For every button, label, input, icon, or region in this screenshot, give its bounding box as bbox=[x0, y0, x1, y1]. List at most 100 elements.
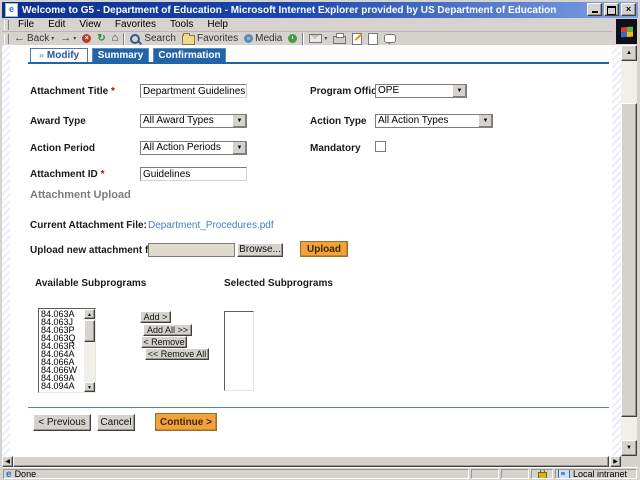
edit-button[interactable] bbox=[349, 32, 365, 45]
selected-subprograms-listbox[interactable] bbox=[224, 311, 254, 391]
mandatory-checkbox[interactable] bbox=[375, 141, 386, 152]
stop-button[interactable]: × bbox=[79, 32, 94, 45]
action-type-label: Action Type bbox=[310, 116, 367, 127]
media-button[interactable]: Media bbox=[241, 32, 285, 45]
attachment-id-input[interactable]: Guidelines bbox=[140, 167, 247, 181]
mandatory-label: Mandatory bbox=[310, 143, 361, 154]
award-type-select[interactable]: All Award Types ▼ bbox=[140, 114, 247, 128]
forward-button[interactable]: → ▾ bbox=[57, 32, 79, 45]
remove-button[interactable]: < Remove bbox=[141, 336, 187, 348]
award-type-label: Award Type bbox=[30, 116, 86, 127]
toolbar-separator bbox=[302, 32, 305, 45]
dropdown-arrow-icon[interactable]: ▼ bbox=[478, 115, 492, 127]
title-bar: e Welcome to G5 - Department of Educatio… bbox=[2, 2, 638, 18]
required-asterisk: * bbox=[100, 169, 105, 180]
action-period-select[interactable]: All Action Periods ▼ bbox=[140, 141, 247, 155]
scroll-right-icon[interactable]: ▶ bbox=[610, 456, 621, 467]
cancel-button[interactable]: Cancel bbox=[97, 414, 135, 431]
available-subprograms-listbox[interactable]: 84.063A 84.063J 84.063P 84.063Q 84.063R 84.06… bbox=[38, 308, 96, 393]
dropdown-arrow-icon[interactable]: ▼ bbox=[452, 85, 466, 97]
program-office-label: Program Office bbox=[310, 86, 383, 97]
scroll-up-icon[interactable]: ▲ bbox=[84, 309, 95, 319]
back-button[interactable]: ← Back ▾ bbox=[11, 32, 57, 45]
scrollbar-thumb[interactable] bbox=[621, 103, 637, 417]
dropdown-arrow-icon[interactable]: ▼ bbox=[232, 142, 246, 154]
menu-file[interactable]: File bbox=[11, 18, 41, 31]
zone-pane: Local intranet bbox=[555, 469, 637, 479]
edit-icon bbox=[352, 32, 363, 45]
add-all-button[interactable]: Add All >> bbox=[143, 324, 192, 336]
stop-icon: × bbox=[82, 34, 92, 43]
tab-modify-icon: » bbox=[38, 50, 44, 60]
file-upload-input[interactable] bbox=[148, 243, 235, 257]
toolbar-grip bbox=[4, 19, 9, 30]
mail-dropdown-icon[interactable]: ▾ bbox=[324, 35, 327, 42]
dropdown-arrow-icon[interactable]: ▼ bbox=[232, 115, 246, 127]
required-asterisk: * bbox=[110, 86, 115, 97]
history-button[interactable] bbox=[285, 32, 300, 45]
upload-button[interactable]: Upload bbox=[300, 241, 348, 257]
toolbar-grip bbox=[4, 33, 9, 44]
menu-edit[interactable]: Edit bbox=[41, 18, 72, 31]
continue-button[interactable]: Continue > bbox=[155, 413, 217, 431]
scrollbar-thumb[interactable] bbox=[13, 456, 609, 467]
ie-document-icon: e bbox=[6, 469, 12, 479]
selected-subprograms-label: Selected Subprograms bbox=[224, 278, 333, 289]
attachment-title-input[interactable]: Department Guidelines bbox=[140, 84, 247, 98]
home-button[interactable]: ⌂ bbox=[109, 32, 122, 45]
previous-button[interactable]: < Previous bbox=[33, 414, 91, 431]
scroll-up-icon[interactable]: ▲ bbox=[621, 45, 637, 61]
menu-tools[interactable]: Tools bbox=[163, 18, 200, 31]
discuss-button[interactable] bbox=[365, 32, 381, 45]
listbox-scrollbar[interactable]: ▲ ▼ bbox=[84, 309, 95, 392]
print-button[interactable] bbox=[330, 32, 349, 45]
page-right-border bbox=[612, 45, 621, 456]
scrollbar-corner bbox=[621, 456, 637, 467]
zone-text: Local intranet bbox=[573, 469, 628, 479]
messenger-button[interactable] bbox=[381, 32, 399, 45]
scroll-down-icon[interactable]: ▼ bbox=[84, 382, 95, 392]
back-dropdown-icon[interactable]: ▾ bbox=[51, 35, 54, 42]
browse-button[interactable]: Browse... bbox=[237, 243, 283, 257]
mail-button[interactable]: ▾ bbox=[306, 32, 330, 45]
scroll-down-icon[interactable]: ▼ bbox=[621, 440, 637, 456]
favorites-button[interactable]: Favorites bbox=[179, 32, 241, 45]
attachment-title-label: Attachment Title * bbox=[30, 86, 115, 97]
back-icon: ← bbox=[14, 32, 25, 44]
add-button[interactable]: Add > bbox=[140, 311, 171, 323]
favorites-icon bbox=[182, 32, 195, 45]
scrollbar-thumb[interactable] bbox=[84, 320, 95, 342]
status-text: Done bbox=[14, 469, 37, 479]
document-icon bbox=[368, 32, 379, 45]
current-attachment-file-link[interactable]: Department_Procedures.pdf bbox=[148, 220, 274, 231]
mail-icon bbox=[309, 34, 323, 43]
status-pane: e Done bbox=[3, 469, 469, 479]
footer-divider bbox=[28, 407, 609, 408]
discuss-bubble-icon bbox=[384, 34, 397, 45]
menu-favorites[interactable]: Favorites bbox=[108, 18, 163, 31]
upload-new-file-label: Upload new attachment file* bbox=[30, 245, 163, 256]
tab-confirmation[interactable]: Confirmation bbox=[153, 48, 226, 62]
scroll-left-icon[interactable]: ◀ bbox=[2, 456, 13, 467]
menu-help[interactable]: Help bbox=[200, 18, 235, 31]
vertical-scrollbar[interactable]: ▲ ▼ bbox=[621, 45, 637, 456]
home-icon: ⌂ bbox=[111, 32, 119, 44]
browser-window: e Welcome to G5 - Department of Educatio… bbox=[0, 0, 640, 480]
search-button[interactable]: Search bbox=[127, 32, 179, 45]
forward-dropdown-icon[interactable]: ▾ bbox=[73, 35, 76, 42]
action-type-select[interactable]: All Action Types ▼ bbox=[375, 114, 493, 128]
horizontal-scrollbar[interactable]: ◀ ▶ bbox=[2, 456, 621, 467]
refresh-button[interactable]: ↻ bbox=[94, 32, 108, 45]
menu-view[interactable]: View bbox=[72, 18, 108, 31]
restore-button[interactable] bbox=[604, 3, 619, 16]
lock-icon bbox=[537, 470, 547, 478]
list-option[interactable]: 84.094A bbox=[40, 382, 83, 391]
tab-summary[interactable]: Summary bbox=[92, 48, 149, 62]
page-content: » Modify Summary Confirmation Attachment… bbox=[2, 45, 621, 456]
minimize-button[interactable] bbox=[587, 3, 602, 16]
remove-all-button[interactable]: << Remove All bbox=[145, 348, 209, 360]
program-office-select[interactable]: OPE ▼ bbox=[375, 84, 467, 98]
close-button[interactable]: × bbox=[621, 3, 636, 16]
tab-modify[interactable]: » Modify bbox=[30, 48, 88, 62]
history-icon bbox=[288, 34, 298, 43]
